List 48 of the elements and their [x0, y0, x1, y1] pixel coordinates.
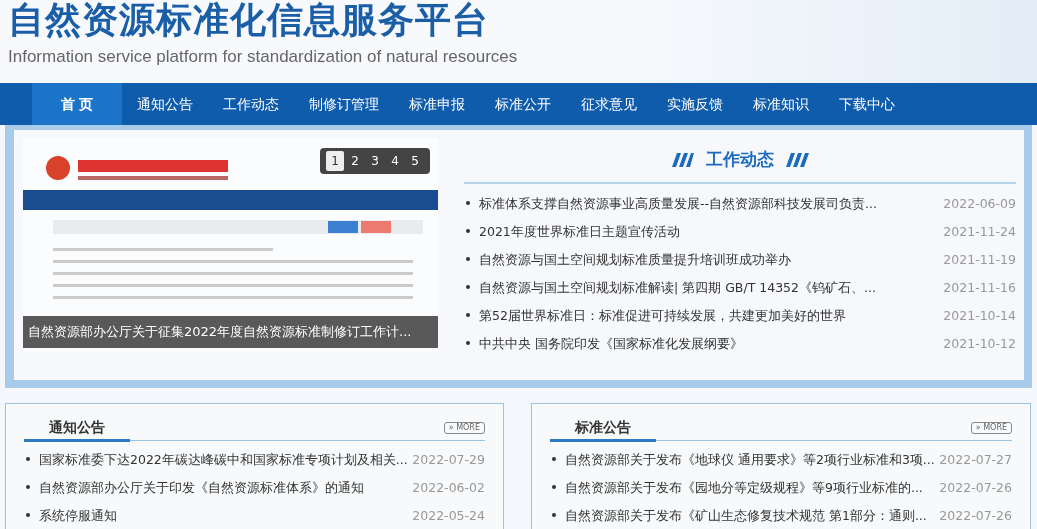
page-button[interactable]: 5	[406, 151, 424, 171]
site-title: 自然资源标准化信息服务平台	[8, 0, 490, 40]
news-link[interactable]: 中共中央 国务院印发《国家标准化发展纲要》	[464, 330, 743, 358]
news-link[interactable]: 自然资源部关于发布《矿山生态修复技术规范 第1部分：通则...	[549, 501, 927, 529]
nav-tab[interactable]: 标准知识	[738, 83, 824, 125]
panel-title: 通知公告	[24, 404, 130, 442]
news-link[interactable]: 国家标准委下达2022年碳达峰碳中和国家标准专项计划及相关...	[24, 445, 408, 473]
nav-tab[interactable]: 制修订管理	[294, 83, 394, 125]
section-title: 工作动态	[706, 148, 774, 172]
nav-tab[interactable]: 征求意见	[566, 83, 652, 125]
news-link[interactable]: 标准体系支撑自然资源事业高质量发展--自然资源部科技发展司负责...	[464, 190, 877, 218]
page-button[interactable]: 2	[346, 151, 364, 171]
news-date: 2022-07-26	[939, 507, 1012, 525]
news-link[interactable]: 自然资源与国土空间规划标准质量提升培训班成功举办	[464, 246, 791, 274]
news-date: 2021-11-24	[943, 223, 1016, 241]
site-subtitle: Information service platform for standardization of natural resources	[8, 46, 519, 68]
nav-tab[interactable]: 标准申报	[394, 83, 480, 125]
news-link[interactable]: 自然资源部办公厅关于印发《自然资源标准体系》的通知	[24, 473, 364, 501]
nav-tab[interactable]: 工作动态	[208, 83, 294, 125]
nav-tab[interactable]: 实施反馈	[652, 83, 738, 125]
news-date: 2022-05-24	[412, 507, 485, 525]
page-button[interactable]: 4	[386, 151, 404, 171]
nav-tab[interactable]: 通知公告	[122, 83, 208, 125]
news-date: 2022-07-29	[412, 451, 485, 469]
nav-tab[interactable]: 下载中心	[824, 83, 910, 125]
news-link[interactable]: 第52届世界标准日：标准促进可持续发展，共建更加美好的世界	[464, 302, 846, 330]
more-button[interactable]: » MORE	[970, 422, 1012, 434]
news-link[interactable]: 自然资源部关于发布《地球仪 通用要求》等2项行业标准和3项...	[549, 445, 935, 473]
news-link[interactable]: 自然资源部关于发布《园地分等定级规程》等9项行业标准的...	[549, 473, 923, 501]
slash-icon	[786, 153, 812, 167]
news-date: 2021-10-12	[943, 335, 1016, 353]
news-link[interactable]: 自然资源与国土空间规划标准解读| 第四期 GB/T 14352《钨矿石、...	[464, 274, 876, 302]
news-link[interactable]: 2021年度世界标准日主题宣传活动	[464, 218, 680, 246]
news-date: 2021-11-19	[943, 251, 1016, 269]
news-date: 2022-06-02	[412, 479, 485, 497]
page-button[interactable]: 3	[366, 151, 384, 171]
panel-title: 标准公告	[549, 404, 656, 442]
news-date: 2022-07-27	[939, 451, 1012, 469]
nav-tab[interactable]: 标准公开	[480, 83, 566, 125]
news-date: 2021-11-16	[943, 279, 1016, 297]
page-button[interactable]: 1	[326, 151, 344, 171]
nav-tab[interactable]: 首 页	[32, 83, 122, 125]
slide-caption[interactable]: 自然资源部办公厅关于征集2022年度自然资源标准制修订工作计...	[23, 316, 438, 348]
more-button[interactable]: » MORE	[443, 422, 485, 434]
news-date: 2021-10-14	[943, 307, 1016, 325]
news-date: 2022-07-26	[939, 479, 1012, 497]
news-link[interactable]: 系统停服通知	[24, 501, 117, 529]
news-date: 2022-06-09	[943, 195, 1016, 213]
